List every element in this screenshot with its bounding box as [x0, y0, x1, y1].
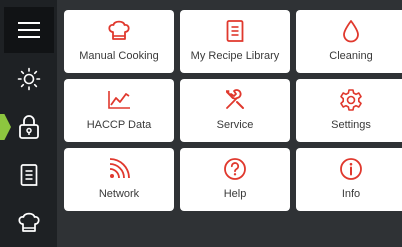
gear-icon — [340, 89, 362, 111]
tile-manual-cooking[interactable]: Manual Cooking — [64, 10, 174, 73]
chef-hat-icon — [18, 212, 40, 232]
tile-label: Service — [216, 119, 254, 131]
recipe-book-icon — [20, 164, 38, 186]
tile-my-recipe-library[interactable]: My Recipe Library — [180, 10, 290, 73]
app-window: Manual Cooking My Recipe Library Cleanin… — [0, 0, 402, 247]
tile-label: My Recipe Library — [190, 50, 280, 62]
tools-icon — [226, 89, 244, 109]
sidebar-item-brightness[interactable] — [4, 56, 54, 102]
tile-settings[interactable]: Settings — [296, 79, 402, 142]
tile-haccp-data[interactable]: HACCP Data — [64, 79, 174, 142]
tile-label: HACCP Data — [86, 119, 152, 131]
tile-info[interactable]: Info — [296, 148, 402, 211]
tile-service[interactable]: Service — [180, 79, 290, 142]
tile-label: Cleaning — [329, 50, 373, 62]
tile-help[interactable]: Help — [180, 148, 290, 211]
tile-cleaning[interactable]: Cleaning — [296, 10, 402, 73]
sidebar-item-cooking[interactable] — [4, 200, 54, 246]
tile-label: Network — [98, 188, 140, 200]
sidebar-item-recipes[interactable] — [4, 152, 54, 198]
sidebar-item-lock[interactable] — [4, 104, 54, 150]
tile-label: Settings — [331, 119, 371, 131]
wifi-signal-icon — [109, 158, 130, 179]
recipe-book-icon — [226, 20, 244, 42]
chef-hat-icon — [108, 20, 130, 40]
water-drop-icon — [343, 20, 359, 43]
brightness-icon — [17, 67, 41, 91]
menu-icon — [18, 22, 40, 38]
tile-label: Manual Cooking — [79, 50, 159, 62]
info-icon — [340, 158, 362, 180]
tile-label: Help — [223, 188, 247, 200]
lock-icon — [19, 115, 39, 139]
help-icon — [224, 158, 246, 180]
sidebar-item-menu[interactable] — [4, 7, 54, 53]
line-chart-icon — [108, 91, 130, 109]
tile-label: Info — [341, 188, 361, 200]
tile-network[interactable]: Network — [64, 148, 174, 211]
